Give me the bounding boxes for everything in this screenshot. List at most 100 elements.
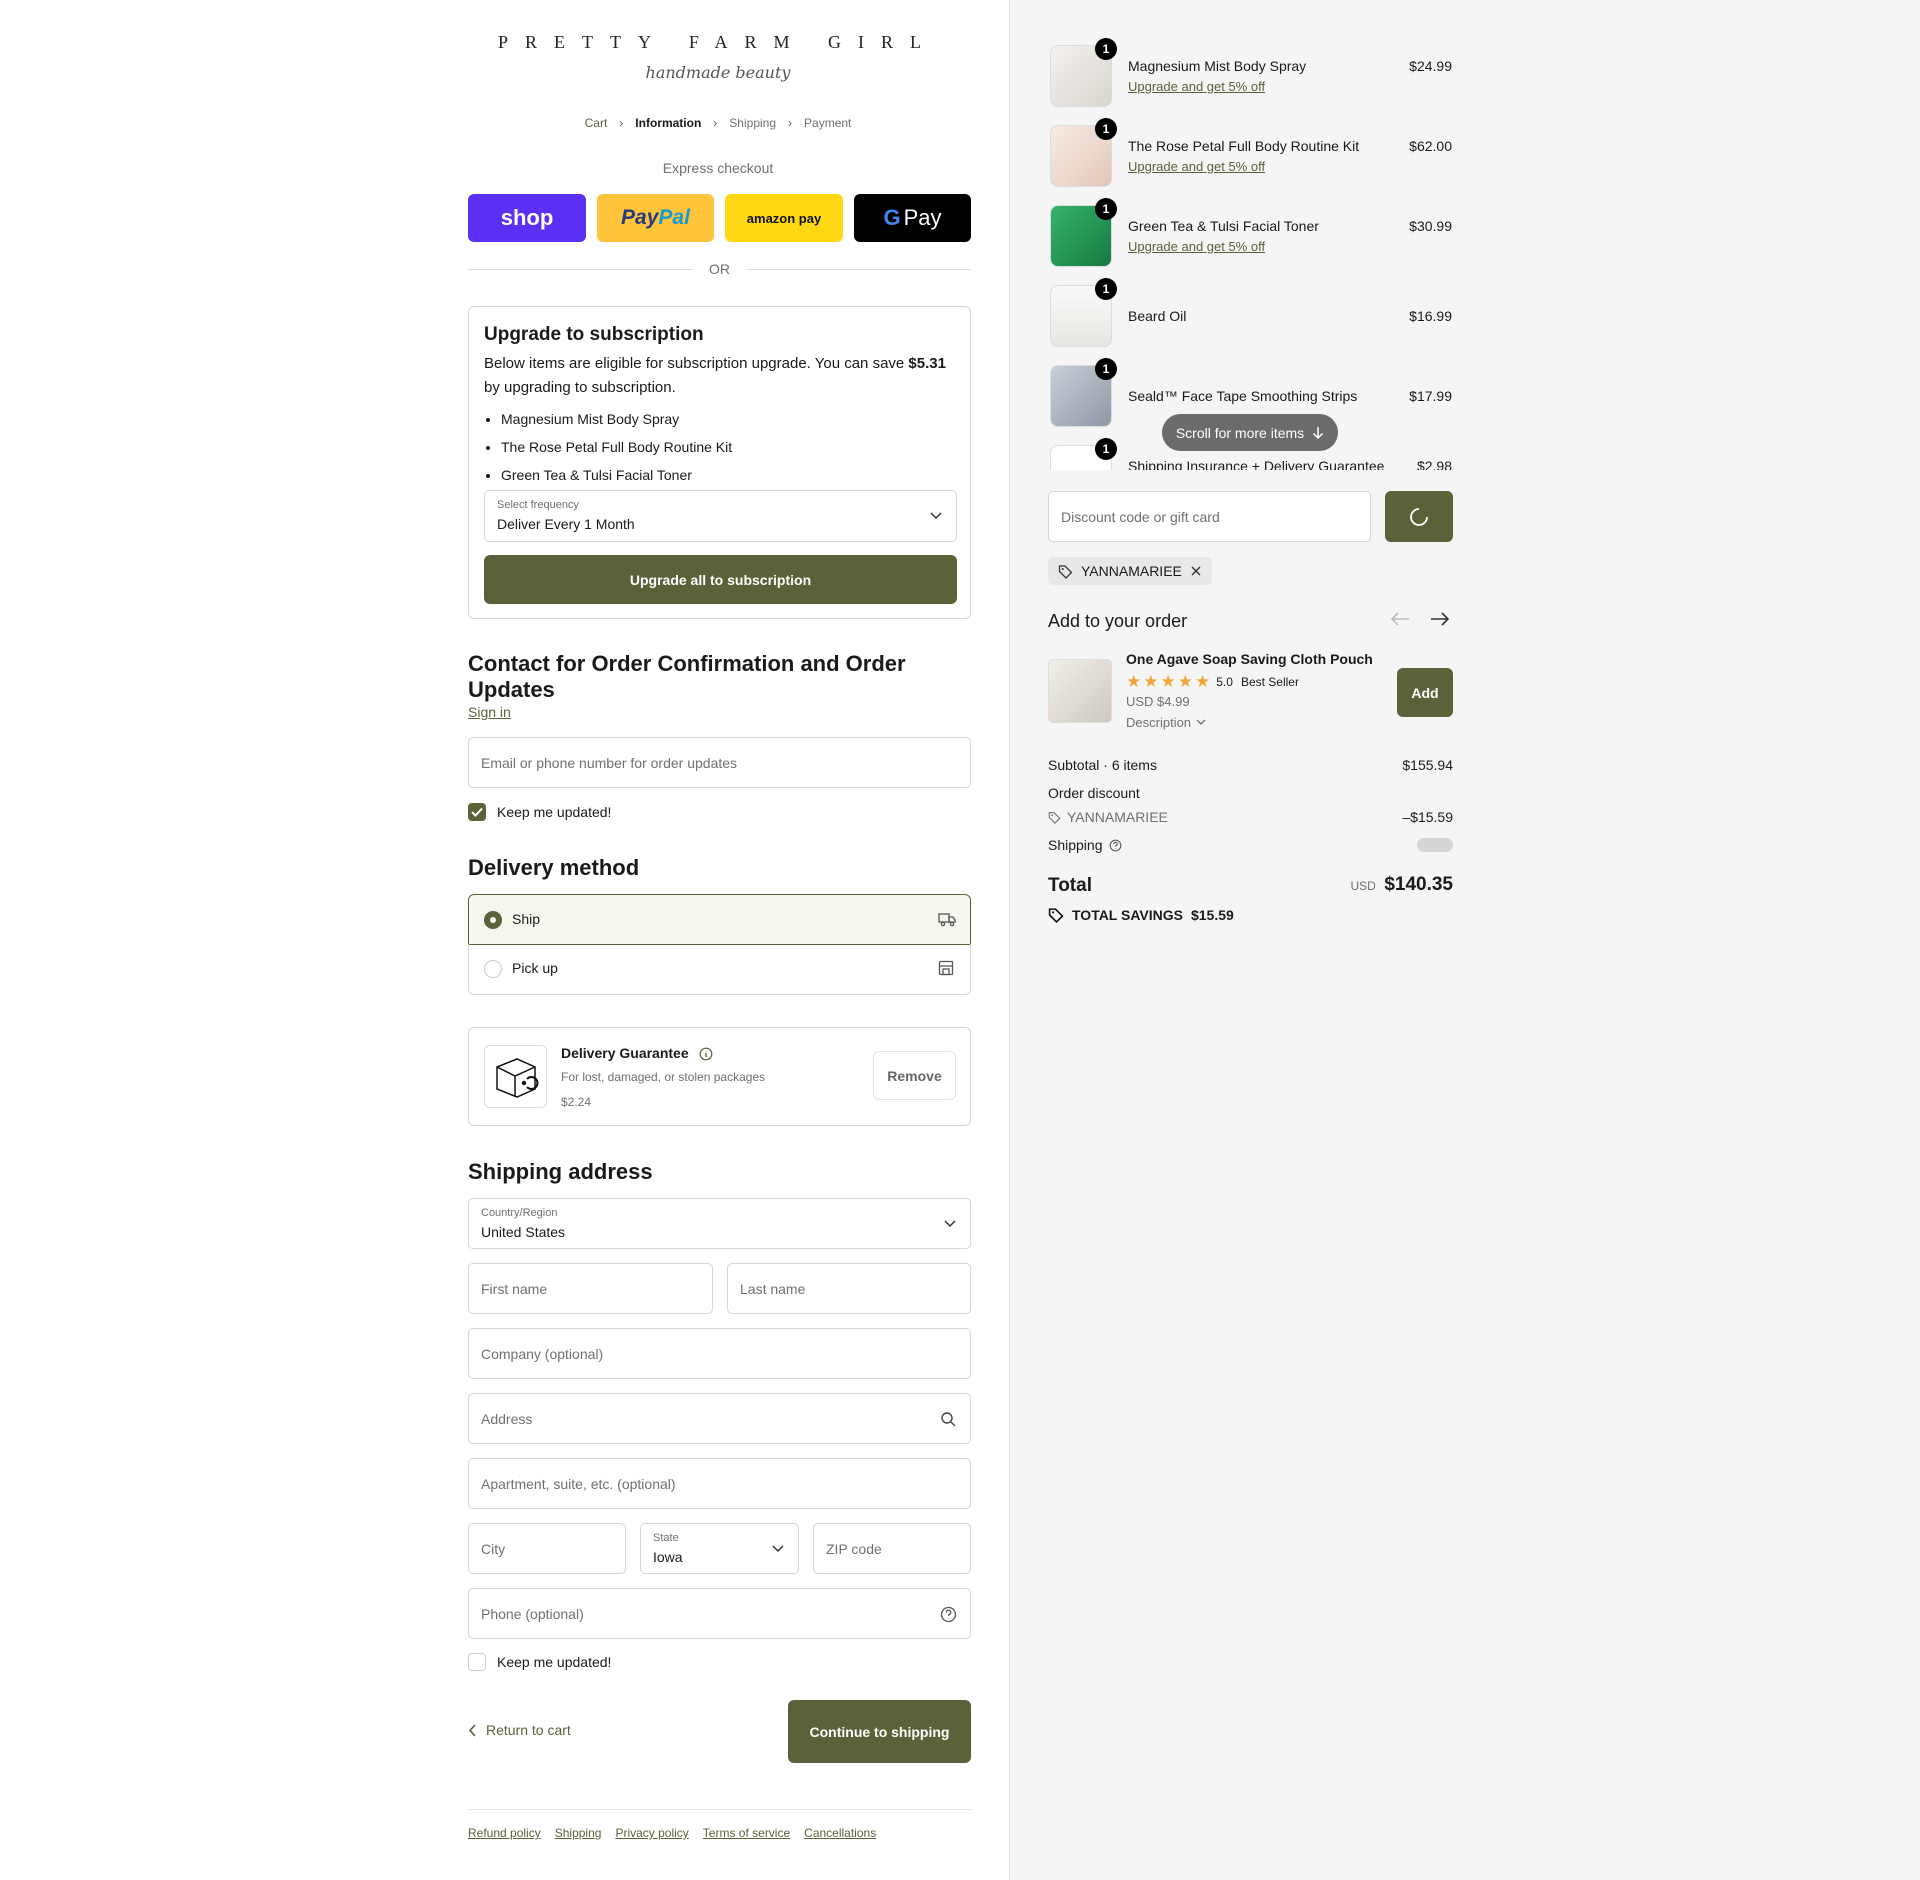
amazon-pay-button[interactable]: amazon pay [725,194,843,242]
shop-pay-button[interactable]: shop [468,194,586,242]
cart-item-name: Beard Oil [1128,308,1187,324]
cancellations-link[interactable]: Cancellations [804,1826,876,1840]
chevron-down-icon [930,512,942,520]
store-icon [938,960,954,976]
search-icon [941,1412,956,1427]
zip-code-field[interactable]: ZIP code [813,1523,971,1574]
package-box-icon [484,1045,547,1108]
apartment-field[interactable]: Apartment, suite, etc. (optional) [468,1458,971,1509]
or-divider: OR [468,260,971,278]
refund-policy-link[interactable]: Refund policy [468,1826,541,1840]
cart-items-list[interactable]: 1 Magnesium Mist Body Spray $24.99 Upgra… [1040,30,1460,470]
city-field[interactable]: City [468,1523,626,1574]
order-discount-label: Order discount [1048,785,1140,801]
paypal-button[interactable]: PayPal [597,194,714,242]
cart-item-name: The Rose Petal Full Body Routine Kit [1128,138,1360,154]
upgrade-link[interactable]: Upgrade and get 5% off [1128,79,1265,94]
continue-to-shipping-button[interactable]: Continue to shipping [788,1700,971,1763]
chevron-right-icon: › [788,116,793,130]
keep-updated-checkbox-row[interactable]: Keep me updated! [468,803,611,821]
product-thumbnail: 1 [1050,438,1117,470]
upgrade-link[interactable]: Upgrade and get 5% off [1128,239,1265,254]
terms-of-service-link[interactable]: Terms of service [703,1826,790,1840]
discount-tag: YANNAMARIEE [1048,557,1212,585]
delivery-option-ship[interactable]: Ship [468,894,971,945]
breadcrumb-information: Information [635,116,702,130]
upgrade-subscription-button[interactable]: Upgrade all to subscription [484,555,957,604]
radio-empty-icon[interactable] [484,960,502,978]
subscription-upgrade-box: Upgrade to subscription Below items are … [468,306,971,619]
add-upsell-button[interactable]: Add [1397,668,1453,717]
tag-icon [1048,908,1064,923]
company-field[interactable]: Company (optional) [468,1328,971,1379]
return-to-cart-link[interactable]: Return to cart [468,1722,571,1738]
privacy-policy-link[interactable]: Privacy policy [615,1826,688,1840]
apply-discount-button[interactable] [1385,491,1453,542]
chevron-down-icon [772,1544,784,1552]
keep-updated-sms-row[interactable]: Keep me updated! [468,1653,611,1671]
contact-title: Contact for Order Confirmation and Order… [468,651,906,702]
cart-item-price: $16.99 [1409,308,1452,324]
checkbox-empty-icon[interactable] [468,1653,486,1671]
upsell-product-name: One Agave Soap Saving Cloth Pouch [1126,651,1373,667]
radio-selected-icon[interactable] [484,911,502,929]
list-item: Magnesium Mist Body Spray [501,405,732,433]
order-discount-code: YANNAMARIEE [1048,809,1168,825]
sign-in-link[interactable]: Sign in [468,704,511,720]
arrow-left-icon[interactable] [1390,611,1410,627]
cart-item-price: $62.00 [1409,138,1452,154]
brand-logo[interactable]: PRETTY FARM GIRL handmade beauty [468,32,968,82]
breadcrumb-shipping: Shipping [729,116,777,130]
delivery-option-pickup[interactable]: Pick up [468,944,971,995]
subscription-description: Below items are eligible for subscriptio… [484,355,946,396]
frequency-select[interactable]: Select frequency Deliver Every 1 Month [484,490,957,542]
best-seller-label: Best Seller [1240,675,1299,689]
total-savings: TOTAL SAVINGS $15.59 [1048,907,1234,923]
shipping-loading-placeholder [1417,838,1453,852]
shipping-row: Shipping [1048,837,1122,853]
subscription-item-list: Magnesium Mist Body Spray The Rose Petal… [501,405,732,489]
upsell-price: USD $4.99 [1126,694,1190,709]
upgrade-link[interactable]: Upgrade and get 5% off [1128,159,1265,174]
quantity-badge: 1 [1095,198,1117,220]
address-field[interactable]: Address [468,1393,971,1444]
last-name-field[interactable]: Last name [727,1263,971,1314]
star-icon: ★ [1143,672,1159,691]
list-item: Green Tea & Tulsi Facial Toner [501,461,732,489]
shipping-address-title: Shipping address [468,1159,653,1184]
info-icon[interactable] [699,1047,713,1061]
scroll-more-items-button[interactable]: Scroll for more items [1162,414,1338,451]
email-field[interactable]: Email or phone number for order updates [468,737,971,788]
discount-code-field[interactable]: Discount code or gift card [1048,491,1371,542]
checkbox-checked-icon[interactable] [468,803,486,821]
close-icon[interactable] [1190,565,1202,577]
shipping-policy-link[interactable]: Shipping [555,1826,602,1840]
footer-links: Refund policy Shipping Privacy policy Te… [468,1826,890,1840]
guarantee-title: Delivery Guarantee [561,1045,689,1061]
upsell-description-toggle[interactable]: Description [1126,715,1206,730]
help-circle-icon[interactable] [1109,839,1122,852]
quantity-badge: 1 [1095,38,1117,60]
breadcrumb-payment: Payment [804,116,852,130]
country-select[interactable]: Country/Region United States [468,1198,971,1249]
subscription-title: Upgrade to subscription [484,324,704,345]
cart-item-price: $24.99 [1409,58,1452,74]
help-circle-icon[interactable] [940,1606,957,1623]
quantity-badge: 1 [1095,438,1117,460]
state-select[interactable]: State Iowa [640,1523,799,1574]
phone-field[interactable]: Phone (optional) [468,1588,971,1639]
cart-item-price: $2.98 [1416,458,1452,470]
delivery-method-title: Delivery method [468,855,640,880]
breadcrumb-cart[interactable]: Cart [585,116,608,130]
chevron-right-icon: › [619,116,624,130]
tag-icon [1058,564,1073,579]
amazon-pay-logo: amazon pay [746,210,822,226]
rating-value: 5.0 [1216,675,1233,689]
product-thumbnail: 1 [1050,118,1117,187]
google-pay-button[interactable]: G Pay [854,194,971,242]
arrow-down-icon [1313,426,1324,439]
first-name-field[interactable]: First name [468,1263,713,1314]
remove-guarantee-button[interactable]: Remove [873,1051,956,1100]
loading-spinner-icon [1410,507,1428,526]
arrow-right-icon[interactable] [1430,611,1450,627]
